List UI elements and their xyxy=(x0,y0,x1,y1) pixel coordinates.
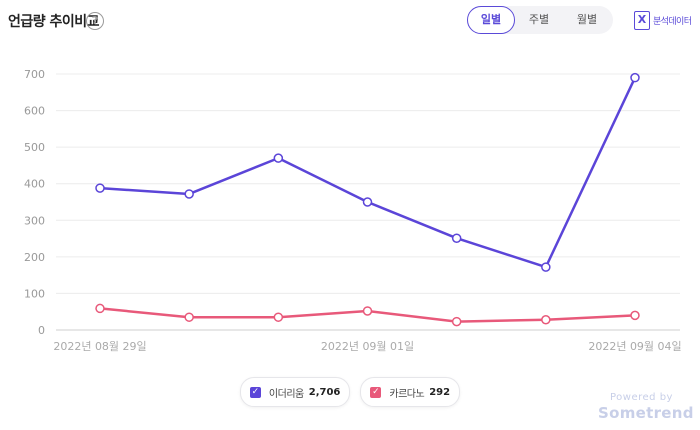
data-point xyxy=(273,153,284,163)
legend-series-name: 카르다노 xyxy=(389,388,425,400)
x-axis-ticks: 2022년 08월 29일 2022년 09월 01일 2022년 09월 04일 xyxy=(53,339,681,353)
y-tick-label: 0 xyxy=(38,324,45,337)
sometrend-logo: Sometrend xyxy=(598,404,694,422)
data-point xyxy=(184,189,194,199)
data-point xyxy=(630,72,640,83)
data-point xyxy=(630,310,640,321)
powered-by-label: Powered by xyxy=(610,392,673,403)
data-point xyxy=(451,233,462,243)
y-tick-label: 300 xyxy=(24,214,45,227)
data-point xyxy=(273,312,284,322)
data-point xyxy=(541,262,551,272)
line-chart: 0100200300400500600700 2022년 08월 29일 2022… xyxy=(24,68,682,353)
x-tick-label: 2022년 09월 04일 xyxy=(588,339,681,353)
y-axis-ticks: 0 100 200 300 400 500 600 700 xyxy=(24,68,45,337)
y-tick-label: 500 xyxy=(24,141,45,154)
legend-item-ethereum[interactable]: ✓ 이더리움 2,706 xyxy=(239,377,351,407)
y-tick-label: 700 xyxy=(24,68,45,81)
y-tick-label: 100 xyxy=(24,287,45,300)
data-point xyxy=(95,183,105,193)
data-point xyxy=(184,312,194,322)
x-tick-label: 2022년 09월 01일 xyxy=(321,339,414,353)
legend-item-cardano[interactable]: ✓ 카르다노 292 xyxy=(360,377,461,407)
legend-series-name: 이더리움 xyxy=(268,388,304,400)
x-tick-label: 2022년 08월 29일 xyxy=(53,339,146,353)
chart-series xyxy=(95,72,640,327)
data-point xyxy=(95,303,105,314)
y-tick-label: 400 xyxy=(24,178,45,191)
series-line xyxy=(98,76,637,269)
legend-series-count: 292 xyxy=(429,386,451,398)
y-tick-label: 200 xyxy=(24,251,45,264)
data-point xyxy=(362,306,373,316)
data-point xyxy=(451,316,462,327)
checkbox-checked-icon[interactable]: ✓ xyxy=(249,386,261,398)
chart-legend: ✓ 이더리움 2,706 ✓ 카르다노 292 xyxy=(0,377,700,407)
data-point xyxy=(362,197,373,207)
legend-series-count: 2,706 xyxy=(308,386,341,398)
y-tick-label: 600 xyxy=(24,105,45,118)
checkbox-checked-icon[interactable]: ✓ xyxy=(370,386,382,398)
data-point xyxy=(541,315,551,325)
